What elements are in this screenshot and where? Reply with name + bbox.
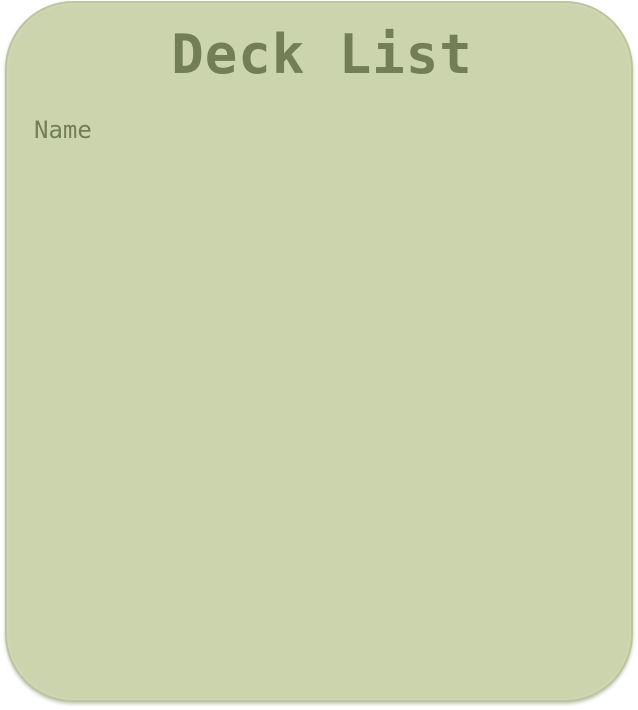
deck-list [27,153,617,683]
page-title: Deck List [171,23,473,86]
deck-list-panel: Deck List Name [5,1,633,702]
name-column-header: Name [34,116,92,144]
